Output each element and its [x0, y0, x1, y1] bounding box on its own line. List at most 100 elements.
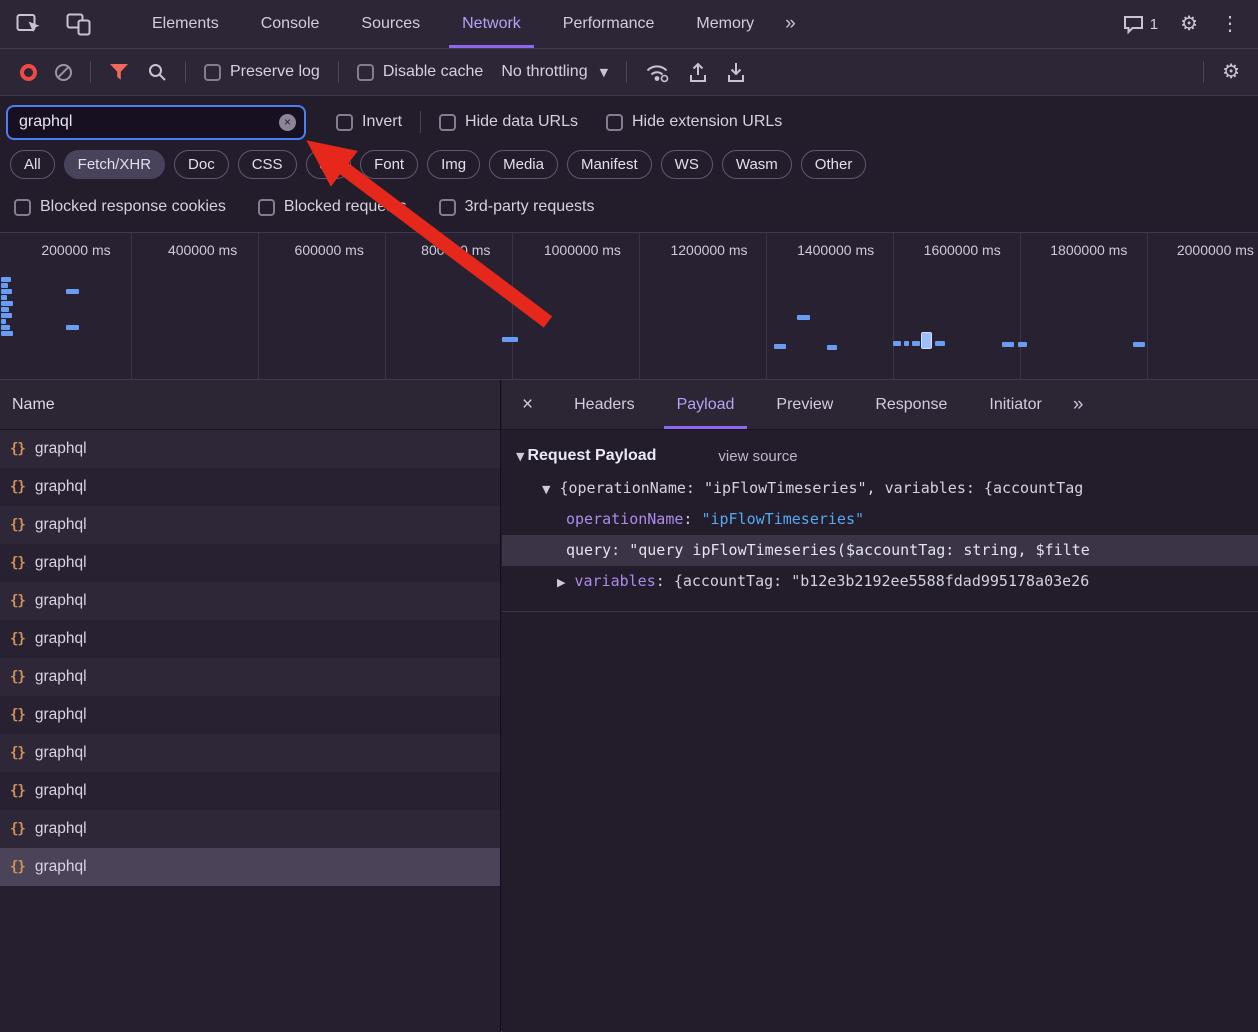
request-row[interactable]: {}graphql — [0, 696, 500, 734]
filter-chip-img[interactable]: Img — [427, 150, 480, 179]
preserve-log-label: Preserve log — [230, 63, 320, 81]
filter-chip-manifest[interactable]: Manifest — [567, 150, 652, 179]
payload-operation-row[interactable]: operationName: "ipFlowTimeseries" — [502, 504, 1258, 535]
filter-chip-doc[interactable]: Doc — [174, 150, 229, 179]
hide-data-urls-checkbox[interactable]: Hide data URLs — [439, 113, 578, 131]
request-row[interactable]: {}graphql — [0, 506, 500, 544]
request-row[interactable]: {}graphql — [0, 544, 500, 582]
request-row[interactable]: {}graphql — [0, 772, 500, 810]
name-column-header[interactable]: Name — [0, 380, 500, 430]
timeline-label: 1000000 ms — [519, 242, 645, 258]
filter-chip-css[interactable]: CSS — [238, 150, 297, 179]
tab-console[interactable]: Console — [240, 0, 341, 48]
blocked-response-cookies-label: Blocked response cookies — [40, 198, 226, 216]
detail-tab-initiator[interactable]: Initiator — [968, 380, 1062, 429]
device-toolbar-icon[interactable] — [66, 13, 93, 36]
request-row[interactable]: {}graphql — [0, 734, 500, 772]
request-name: graphql — [35, 706, 87, 724]
waterfall-bar — [1, 307, 9, 312]
braces-icon: {} — [10, 441, 25, 457]
collapse-triangle-icon[interactable]: ▼ — [516, 450, 524, 463]
request-row[interactable]: {}graphql — [0, 468, 500, 506]
expand-triangle-icon[interactable]: ▶ — [557, 576, 565, 589]
tab-network[interactable]: Network — [441, 0, 542, 48]
network-overview-timeline[interactable]: 200000 ms400000 ms600000 ms800000 ms1000… — [0, 232, 1258, 380]
request-rows: {}graphql{}graphql{}graphql{}graphql{}gr… — [0, 430, 500, 886]
network-filter-input[interactable] — [8, 107, 304, 138]
payload-root-row[interactable]: ▼{operationName: "ipFlowTimeseries", var… — [502, 473, 1258, 504]
checkbox-icon[interactable] — [439, 199, 456, 216]
checkbox-icon[interactable] — [357, 64, 374, 81]
tab-memory[interactable]: Memory — [675, 0, 775, 48]
export-har-icon[interactable] — [688, 61, 708, 83]
close-details-icon[interactable]: × — [502, 380, 553, 429]
detail-tab-response[interactable]: Response — [854, 380, 968, 429]
filter-chip-font[interactable]: Font — [360, 150, 418, 179]
console-messages-badge[interactable]: 1 — [1123, 15, 1158, 34]
filter-chip-js[interactable]: JS — [306, 150, 352, 179]
throttling-dropdown[interactable]: No throttling ▼ — [501, 63, 608, 81]
divider — [90, 61, 91, 83]
waterfall-bar — [904, 341, 909, 346]
detail-tab-headers[interactable]: Headers — [553, 380, 655, 429]
blocked-requests-checkbox[interactable]: Blocked requests — [258, 198, 407, 216]
tab-elements[interactable]: Elements — [131, 0, 240, 48]
braces-icon: {} — [10, 669, 25, 685]
more-tabs-icon[interactable]: » — [775, 13, 806, 35]
request-row[interactable]: {}graphql — [0, 430, 500, 468]
filter-icon[interactable] — [109, 63, 129, 81]
view-source-link[interactable]: view source — [718, 448, 797, 465]
inspect-element-icon[interactable] — [16, 12, 42, 36]
tab-sources[interactable]: Sources — [340, 0, 441, 48]
import-har-icon[interactable] — [726, 61, 746, 83]
request-row[interactable]: {}graphql — [0, 582, 500, 620]
detail-tab-preview[interactable]: Preview — [755, 380, 854, 429]
payload-query-row-selected[interactable]: query: "query ipFlowTimeseries($accountT… — [502, 535, 1258, 566]
filter-chip-wasm[interactable]: Wasm — [722, 150, 792, 179]
invert-checkbox[interactable]: Invert — [336, 113, 402, 131]
waterfall-bar — [1, 289, 12, 294]
checkbox-icon[interactable] — [606, 114, 623, 131]
request-row[interactable]: {}graphql — [0, 658, 500, 696]
clear-network-log-icon[interactable] — [55, 64, 72, 81]
name-column-label: Name — [12, 396, 55, 414]
timeline-label: 1200000 ms — [646, 242, 772, 258]
throttling-value: No throttling — [501, 63, 587, 81]
request-row[interactable]: {}graphql — [0, 620, 500, 658]
checkbox-icon[interactable] — [14, 199, 31, 216]
network-settings-gear-icon[interactable]: ⚙ — [1222, 62, 1258, 82]
preserve-log-checkbox[interactable]: Preserve log — [204, 63, 320, 81]
checkbox-icon[interactable] — [439, 114, 456, 131]
disable-cache-checkbox[interactable]: Disable cache — [357, 63, 484, 81]
filter-chip-other[interactable]: Other — [801, 150, 867, 179]
timeline-label: 2000000 ms — [1152, 242, 1258, 258]
filter-chip-media[interactable]: Media — [489, 150, 558, 179]
filter-chip-ws[interactable]: WS — [661, 150, 713, 179]
kebab-menu-icon[interactable]: ⋮ — [1220, 14, 1240, 34]
payload-variables-row[interactable]: ▶variables: {accountTag: "b12e3b2192ee55… — [502, 566, 1258, 597]
waterfall-bar — [1, 313, 12, 318]
filter-chip-all[interactable]: All — [10, 150, 55, 179]
network-conditions-icon[interactable] — [645, 62, 670, 83]
waterfall-bar — [1133, 342, 1145, 347]
blocked-requests-label: Blocked requests — [284, 198, 407, 216]
filter-chip-fetch-xhr[interactable]: Fetch/XHR — [64, 150, 165, 179]
request-row[interactable]: {}graphql — [0, 810, 500, 848]
json-value: "query ipFlowTimeseries($accountTag: str… — [629, 541, 1090, 559]
more-details-tabs-icon[interactable]: » — [1063, 394, 1094, 416]
hide-extension-urls-label: Hide extension URLs — [632, 113, 782, 131]
checkbox-icon[interactable] — [336, 114, 353, 131]
detail-tab-payload[interactable]: Payload — [656, 380, 756, 429]
checkbox-icon[interactable] — [258, 199, 275, 216]
collapse-triangle-icon[interactable]: ▼ — [542, 483, 550, 496]
blocked-response-cookies-checkbox[interactable]: Blocked response cookies — [14, 198, 226, 216]
third-party-requests-checkbox[interactable]: 3rd-party requests — [439, 198, 595, 216]
request-row[interactable]: {}graphql — [0, 848, 500, 886]
record-network-log-icon[interactable] — [20, 64, 37, 81]
tab-performance[interactable]: Performance — [542, 0, 676, 48]
clear-filter-icon[interactable]: × — [279, 114, 296, 131]
checkbox-icon[interactable] — [204, 64, 221, 81]
hide-extension-urls-checkbox[interactable]: Hide extension URLs — [606, 113, 782, 131]
search-icon[interactable] — [147, 62, 167, 82]
settings-gear-icon[interactable]: ⚙ — [1180, 14, 1198, 34]
